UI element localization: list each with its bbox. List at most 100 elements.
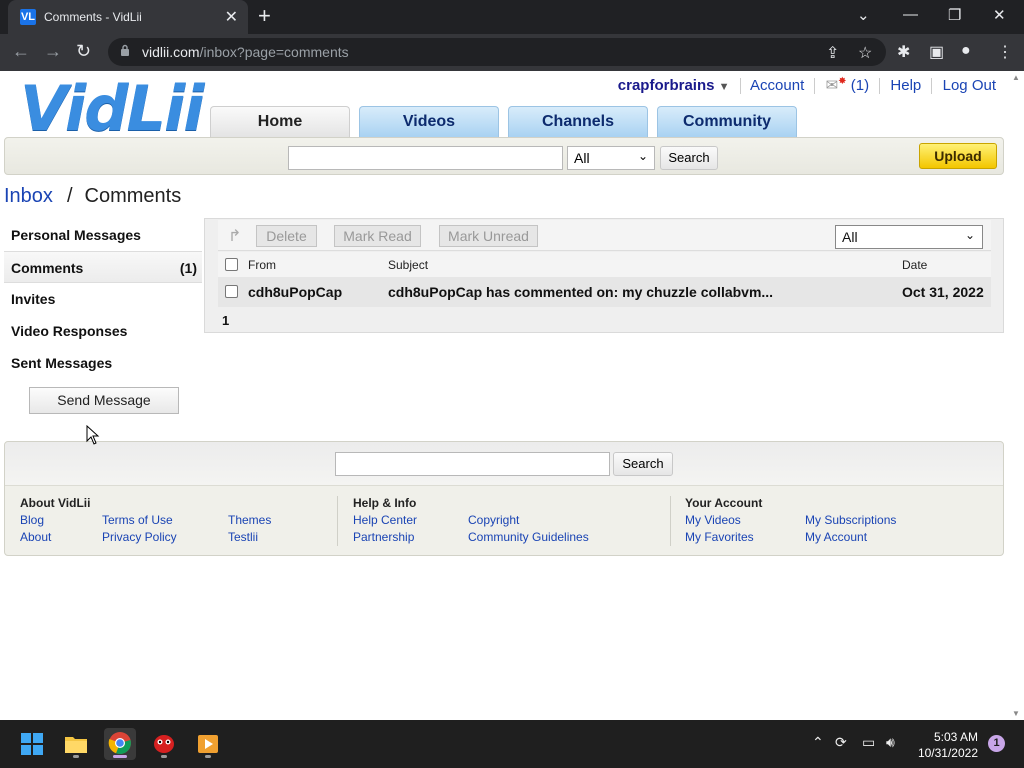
scroll-down-icon[interactable]: ▼ bbox=[1012, 709, 1020, 718]
footer-link-my-account[interactable]: My Account bbox=[805, 530, 867, 544]
footer-link-copyright[interactable]: Copyright bbox=[468, 513, 519, 527]
browser-tab[interactable]: VL Comments - VidLii ✕ bbox=[8, 0, 248, 34]
chevron-down-icon: ⌄ bbox=[637, 149, 648, 163]
divider bbox=[879, 78, 881, 95]
forward-arrow-icon[interactable]: ↱ bbox=[228, 226, 241, 246]
select-all-checkbox[interactable] bbox=[225, 258, 238, 271]
system-clock[interactable]: 5:03 AM 10/31/2022 bbox=[914, 729, 978, 761]
divider bbox=[337, 496, 338, 546]
forward-icon[interactable]: → bbox=[44, 41, 62, 62]
footer-link-terms[interactable]: Terms of Use bbox=[102, 513, 173, 527]
footer-link-my-videos[interactable]: My Videos bbox=[685, 513, 741, 527]
footer-link-my-favorites[interactable]: My Favorites bbox=[685, 530, 754, 544]
search-button[interactable]: Search bbox=[660, 146, 718, 170]
nav-tab-videos[interactable]: Videos bbox=[359, 106, 499, 137]
taskbar-chrome[interactable] bbox=[104, 728, 136, 760]
scroll-up-icon[interactable]: ▲ bbox=[1012, 73, 1020, 82]
message-subject[interactable]: cdh8uPopCap has commented on: my chuzzle… bbox=[388, 284, 773, 300]
restore-icon[interactable]: ❐ bbox=[948, 6, 961, 24]
breadcrumb-inbox-link[interactable]: Inbox bbox=[4, 185, 53, 207]
side-panel-icon[interactable]: ▣ bbox=[929, 42, 944, 62]
sidebar-item-label: Comments bbox=[11, 260, 84, 276]
mouse-cursor-icon bbox=[86, 425, 100, 445]
sidebar-item-video-responses[interactable]: Video Responses bbox=[4, 315, 202, 347]
footer: Search About VidLii Blog Terms of Use Th… bbox=[4, 441, 1004, 556]
mark-read-button[interactable]: Mark Read bbox=[334, 225, 421, 247]
footer-link-themes[interactable]: Themes bbox=[228, 513, 271, 527]
search-category-select[interactable]: All ⌄ bbox=[567, 146, 655, 170]
send-message-button[interactable]: Send Message bbox=[29, 387, 179, 414]
message-toolbar: ↱ Delete Mark Read Mark Unread All ⌄ bbox=[218, 220, 991, 251]
address-bar[interactable]: vidlii.com/inbox?page=comments ⇪ ☆ bbox=[108, 38, 886, 66]
new-tab-icon[interactable]: + bbox=[258, 4, 271, 28]
nav-tab-channels[interactable]: Channels bbox=[508, 106, 648, 137]
footer-link-my-subscriptions[interactable]: My Subscriptions bbox=[805, 513, 896, 527]
row-checkbox[interactable] bbox=[225, 285, 238, 298]
footer-section-about: About VidLii bbox=[20, 496, 90, 513]
reload-icon[interactable]: ↻ bbox=[76, 41, 91, 62]
breadcrumb: Inbox / Comments bbox=[4, 185, 181, 208]
bookmark-star-icon[interactable]: ☆ bbox=[858, 43, 872, 63]
logout-link[interactable]: Log Out bbox=[943, 77, 996, 94]
taskbar-app-red[interactable] bbox=[148, 728, 180, 760]
close-tab-icon[interactable]: ✕ bbox=[225, 7, 238, 27]
footer-section-title: Help & Info bbox=[353, 496, 417, 510]
message-panel: ↱ Delete Mark Read Mark Unread All ⌄ Fro… bbox=[204, 218, 1004, 333]
help-link[interactable]: Help bbox=[890, 77, 921, 94]
share-icon[interactable]: ⇪ bbox=[826, 43, 839, 63]
network-icon[interactable]: ▭ bbox=[862, 734, 875, 751]
footer-link-privacy[interactable]: Privacy Policy bbox=[102, 530, 177, 544]
mark-unread-button[interactable]: Mark Unread bbox=[439, 225, 538, 247]
sidebar-item-comments[interactable]: Comments (1) bbox=[4, 251, 202, 283]
profile-icon[interactable]: ● bbox=[961, 42, 971, 60]
divider bbox=[931, 78, 933, 95]
footer-link-testlii[interactable]: Testlii bbox=[228, 530, 258, 544]
nav-tab-home[interactable]: Home bbox=[210, 106, 350, 137]
footer-search-input[interactable] bbox=[335, 452, 610, 476]
search-input[interactable] bbox=[288, 146, 563, 170]
account-link[interactable]: Account bbox=[750, 77, 804, 94]
close-window-icon[interactable]: ✕ bbox=[993, 6, 1006, 24]
inbox-count-link[interactable]: (1) bbox=[851, 77, 869, 94]
message-filter-select[interactable]: All ⌄ bbox=[835, 225, 983, 249]
sidebar-item-personal-messages[interactable]: Personal Messages bbox=[4, 219, 202, 251]
start-button[interactable] bbox=[16, 728, 48, 760]
footer-link-partnership[interactable]: Partnership bbox=[353, 530, 414, 544]
taskbar-media-player[interactable] bbox=[192, 728, 224, 760]
menu-kebab-icon[interactable]: ⋮ bbox=[997, 42, 1013, 62]
page-scrollbar[interactable]: ▲ ▼ bbox=[1008, 71, 1024, 720]
page-number[interactable]: 1 bbox=[222, 313, 229, 328]
sidebar-item-sent-messages[interactable]: Sent Messages bbox=[4, 347, 202, 379]
message-from[interactable]: cdh8uPopCap bbox=[248, 284, 342, 300]
minimize-icon[interactable]: — bbox=[903, 6, 918, 23]
footer-link-community-guidelines[interactable]: Community Guidelines bbox=[468, 530, 589, 544]
column-date: Date bbox=[902, 258, 928, 272]
tab-search-chevron-icon[interactable]: ⌄ bbox=[857, 6, 870, 24]
volume-icon[interactable]: 🔊︎ bbox=[886, 734, 895, 751]
sync-icon[interactable]: ⟳ bbox=[835, 734, 847, 751]
user-dropdown-icon[interactable]: ▼ bbox=[719, 81, 730, 93]
extensions-icon[interactable]: ✱ bbox=[897, 42, 910, 62]
taskbar-indicator bbox=[205, 755, 211, 758]
footer-link-blog[interactable]: Blog bbox=[20, 513, 44, 527]
table-row[interactable]: cdh8uPopCap cdh8uPopCap has commented on… bbox=[218, 277, 991, 307]
footer-link-about[interactable]: About bbox=[20, 530, 51, 544]
inbox-envelope-icon[interactable]: ✉✸ bbox=[826, 76, 847, 94]
taskbar-file-explorer[interactable] bbox=[60, 728, 92, 760]
breadcrumb-current: Comments bbox=[84, 185, 182, 207]
back-icon[interactable]: ← bbox=[12, 41, 30, 62]
delete-button[interactable]: Delete bbox=[256, 225, 317, 247]
nav-tab-community[interactable]: Community bbox=[657, 106, 797, 137]
sidebar-item-invites[interactable]: Invites bbox=[4, 283, 202, 315]
vidlii-logo[interactable]: VidLii bbox=[20, 78, 205, 140]
tray-overflow-chevron-icon[interactable]: ⌃ bbox=[812, 734, 824, 751]
sidebar-item-label: Personal Messages bbox=[11, 227, 141, 243]
footer-search-button[interactable]: Search bbox=[613, 452, 673, 476]
footer-link-help-center[interactable]: Help Center bbox=[353, 513, 417, 527]
upload-button[interactable]: Upload bbox=[919, 143, 997, 169]
username-link[interactable]: crapforbrains bbox=[618, 77, 715, 94]
browser-toolbar: ← → ↻ vidlii.com/inbox?page=comments ⇪ ☆… bbox=[0, 34, 1024, 71]
browser-titlebar: VL Comments - VidLii ✕ + ⌄ — ❐ ✕ bbox=[0, 0, 1024, 34]
notification-badge[interactable]: 1 bbox=[988, 735, 1005, 752]
user-bar: crapforbrains ▼ Account ✉✸ (1) Help Log … bbox=[618, 76, 996, 95]
